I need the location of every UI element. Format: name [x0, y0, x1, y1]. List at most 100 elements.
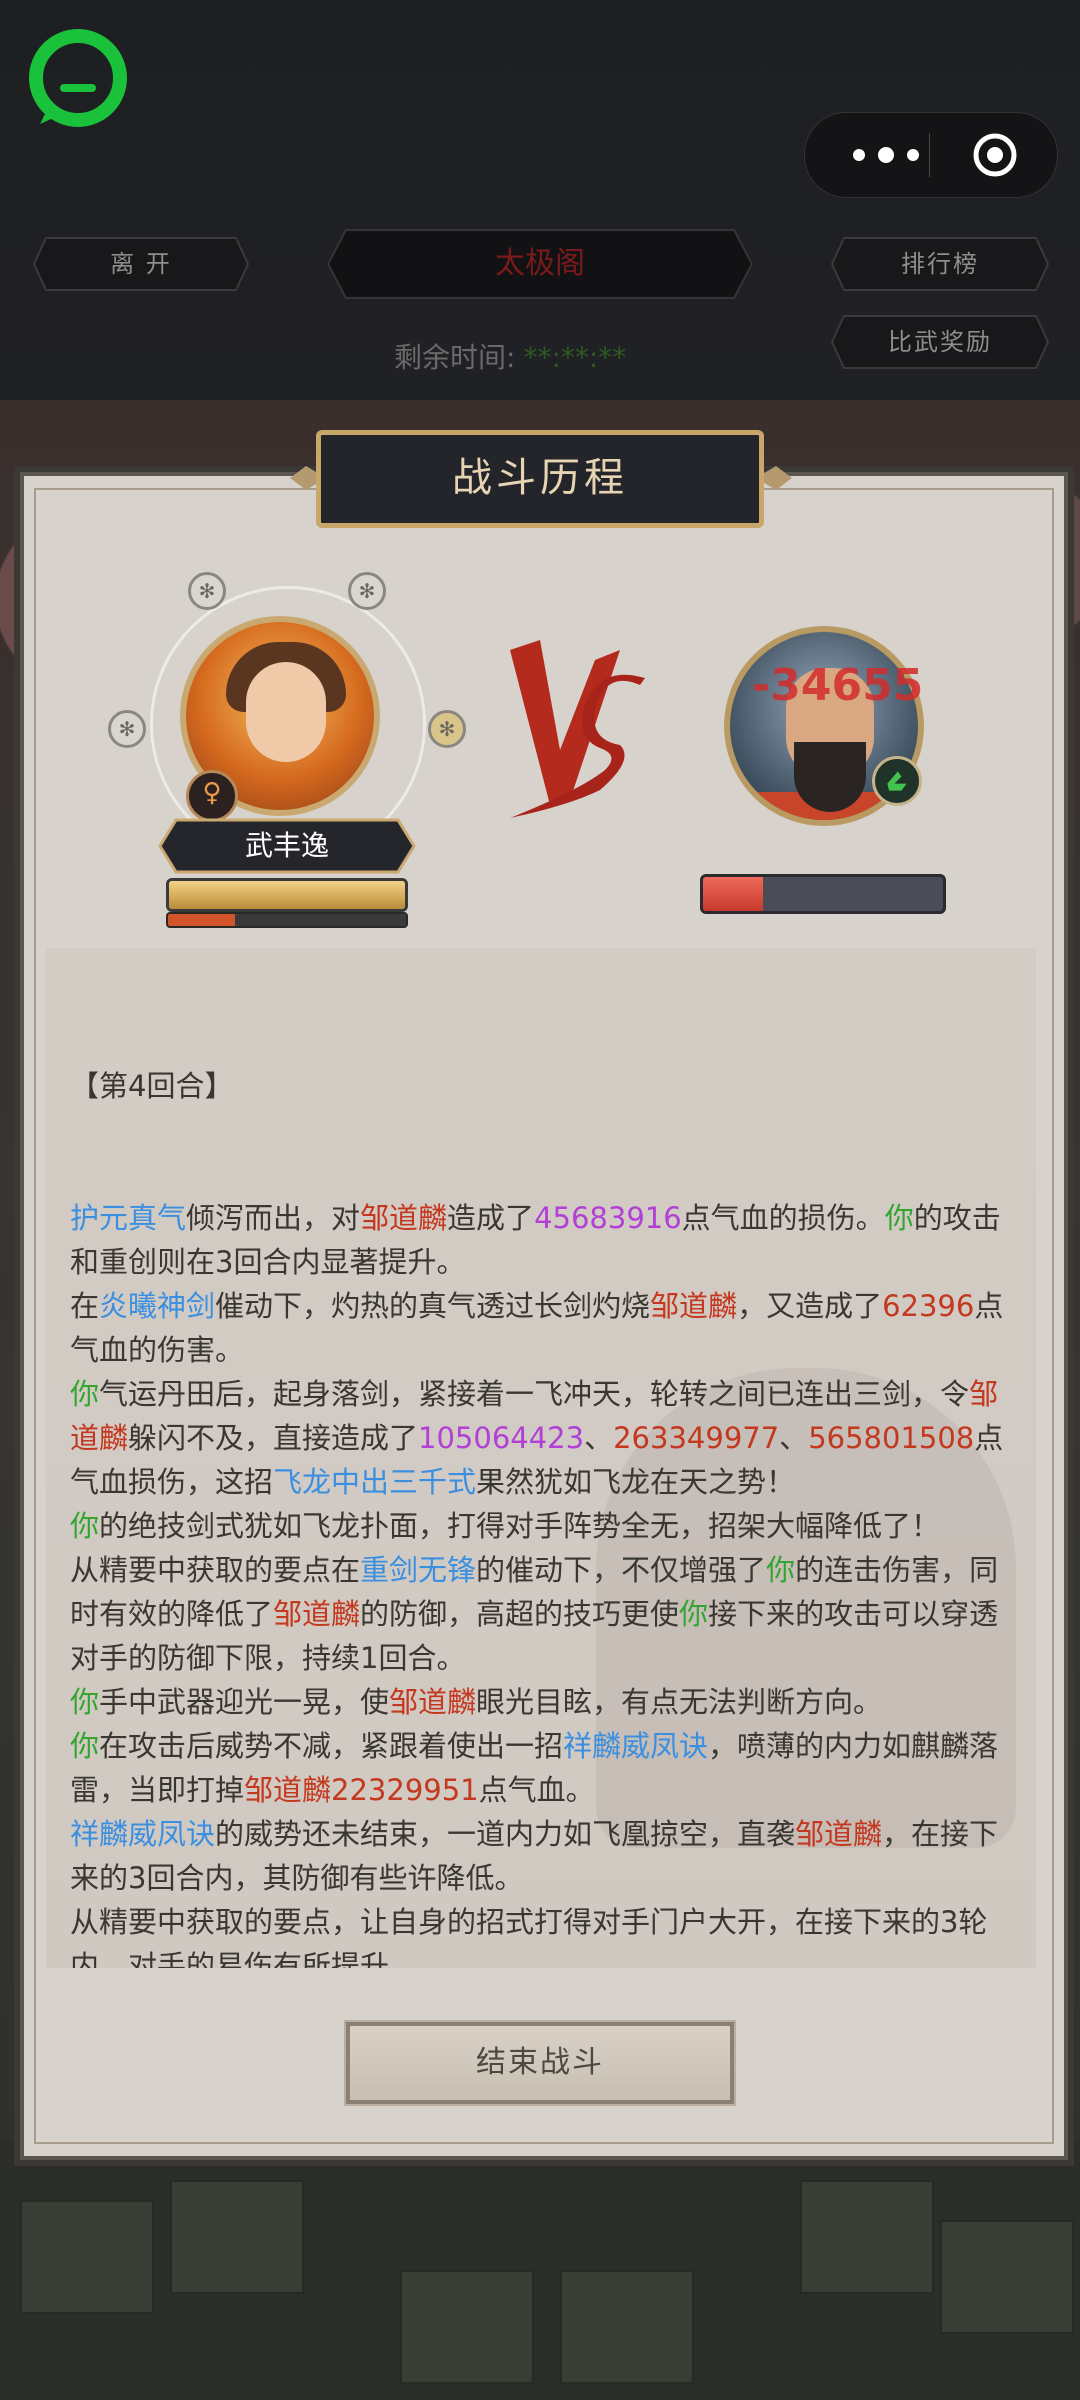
log-line: 你的绝技剑式犹如飞龙扑面，打得对手阵势全无，招架大幅降低了！: [70, 1504, 1020, 1548]
log-segment: 祥麟威凤诀: [70, 1817, 216, 1851]
chat-logo-icon[interactable]: [26, 26, 130, 130]
log-line: 从精要中获取的要点在重剑无锋的催动下，不仅增强了你的连击伤害，同时有效的降低了邹…: [70, 1548, 1020, 1680]
floor-tile: [20, 2200, 154, 2314]
log-segment: 、: [584, 1421, 614, 1455]
log-segment: 邹道麟: [273, 1597, 361, 1631]
player-energy-bar: [166, 912, 408, 928]
log-segment: 你: [679, 1597, 709, 1631]
arena-title-banner: 太极阁: [326, 228, 754, 300]
battle-log-text: 【第4回合】 护元真气倾泻而出，对邹道麟造成了45683916点气血的损伤。你的…: [70, 976, 1020, 1968]
gender-icon: ♀: [186, 770, 238, 822]
log-segment: 邹道麟22329951: [244, 1773, 479, 1807]
log-segment: 躲闪不及，直接造成了: [128, 1421, 419, 1455]
log-line: 你在攻击后威势不减，紧跟着使出一招祥麟威凤诀，喷薄的内力如麒麟落雷，当即打掉邹道…: [70, 1724, 1020, 1812]
log-segment: 邹道麟: [795, 1817, 883, 1851]
floor-tile: [400, 2270, 534, 2384]
skill-slot-icon: ✻: [428, 710, 466, 748]
log-segment: 祥麟威凤诀: [563, 1729, 709, 1763]
log-segment: 催动下，灼热的真气透过长剑灼烧: [215, 1289, 651, 1323]
player-hp-bar: [166, 878, 408, 912]
log-segment: 105064423: [418, 1421, 585, 1455]
log-segment: 从精要中获取的要点在: [70, 1553, 361, 1587]
timer-label: 剩余时间:: [394, 341, 516, 374]
player-name-bar: 武丰逸: [158, 818, 416, 874]
log-segment: 倾泻而出，对: [186, 1201, 361, 1235]
player-hp-fill: [169, 881, 405, 909]
log-line: 你气运丹田后，起身落剑，紧接着一飞冲天，轮转之间已连出三剑，令邹道麟躲闪不及，直…: [70, 1372, 1020, 1504]
class-emblem-icon: [872, 756, 922, 806]
reward-button[interactable]: 比武奖励: [830, 314, 1050, 370]
log-segment: 护元真气: [70, 1201, 187, 1235]
panel-title: 战斗历程: [316, 430, 764, 528]
log-segment: 重剑无锋: [360, 1553, 477, 1587]
capsule-divider: [929, 133, 930, 177]
log-segment: 从精要中获取的要点，让自身的招式打得对手门户大开，在接下来的3轮内，对手的易伤有…: [70, 1905, 988, 1968]
avatar-beard: [794, 742, 866, 812]
log-segment: 邹道麟: [650, 1289, 738, 1323]
floor-tile: [940, 2220, 1074, 2334]
log-segment: 的威势还未结束，一道内力如飞凰掠空，直袭: [215, 1817, 796, 1851]
log-segment: 在: [70, 1289, 100, 1323]
log-segment: 你: [70, 1729, 100, 1763]
mini-program-capsule: [804, 112, 1058, 198]
skill-slot-icon: ✻: [188, 572, 226, 610]
log-line: 你手中武器迎光一晃，使邹道麟眼光目眩，有点无法判断方向。: [70, 1680, 1020, 1724]
log-segment: 手中武器迎光一晃，使: [99, 1685, 390, 1719]
more-icon[interactable]: [841, 131, 931, 179]
enemy-hp-bar: [700, 874, 946, 914]
log-segment: 的防御，高超的技巧更使: [360, 1597, 680, 1631]
log-segment: 邹道麟: [389, 1685, 477, 1719]
log-segment: 你: [766, 1553, 796, 1587]
floor-tiles: [0, 2140, 1080, 2400]
log-segment: 在攻击后威势不减，紧跟着使出一招: [99, 1729, 564, 1763]
log-segment: 点气血。: [478, 1773, 595, 1807]
player-energy-fill: [168, 914, 235, 926]
log-line: 祥麟威凤诀的威势还未结束，一道内力如飞凰掠空，直袭邹道麟，在接下来的3回合内，其…: [70, 1812, 1020, 1900]
log-line: 护元真气倾泻而出，对邹道麟造成了45683916点气血的损伤。你的攻击和重创则在…: [70, 1196, 1020, 1284]
log-line: 从精要中获取的要点，让自身的招式打得对手门户大开，在接下来的3轮内，对手的易伤有…: [70, 1900, 1020, 1968]
arena-title: 太极阁: [495, 246, 585, 281]
log-segment: 、: [779, 1421, 809, 1455]
end-battle-button[interactable]: 结束战斗: [344, 2020, 736, 2106]
avatar-face: [246, 662, 326, 762]
log-segment: ，又造成了: [737, 1289, 883, 1323]
damage-popup: -34655: [752, 660, 924, 711]
log-segment: 飞龙中出三千式: [273, 1465, 477, 1499]
log-segment: 45683916: [534, 1201, 682, 1235]
close-target-icon[interactable]: [971, 131, 1019, 179]
ranking-label: 排行榜: [901, 250, 979, 278]
log-segment: 你: [70, 1377, 100, 1411]
log-segment: 的催动下，不仅增强了: [476, 1553, 767, 1587]
leave-label: 离 开: [110, 250, 172, 278]
log-segment: 眼光目眩，有点无法判断方向。: [476, 1685, 883, 1719]
skill-slot-icon: ✻: [348, 572, 386, 610]
floor-tile: [560, 2270, 694, 2384]
leave-button[interactable]: 离 开: [32, 236, 250, 292]
battle-log[interactable]: 【第4回合】 护元真气倾泻而出，对邹道麟造成了45683916点气血的损伤。你的…: [46, 948, 1036, 1968]
log-segment: 你: [70, 1509, 100, 1543]
log-segment: 你: [884, 1201, 914, 1235]
log-segment: 565801508: [808, 1421, 975, 1455]
log-line: 在炎曦神剑催动下，灼热的真气透过长剑灼烧邹道麟，又造成了62396点气血的伤害。: [70, 1284, 1020, 1372]
log-segment: 邹道麟: [360, 1201, 448, 1235]
log-segment: 263349977: [613, 1421, 780, 1455]
player-name: 武丰逸: [244, 829, 329, 862]
log-segment: 你: [70, 1685, 100, 1719]
enemy-hp-fill: [703, 877, 763, 911]
reward-label: 比武奖励: [888, 328, 992, 356]
floor-tile: [800, 2180, 934, 2294]
log-segment: 62396: [882, 1289, 975, 1323]
log-segment: 果然犹如飞龙在天之势！: [476, 1465, 796, 1499]
log-segment: 的绝技剑式犹如飞龙扑面，打得对手阵势全无，招架大幅降低了！: [99, 1509, 941, 1543]
log-segment: 点气血的损伤。: [681, 1201, 885, 1235]
remaining-time: 剩余时间: **:**:**: [394, 336, 626, 376]
round-header: 【第4回合】: [70, 1069, 234, 1103]
versus-icon: [510, 640, 645, 818]
log-segment: 炎曦神剑: [99, 1289, 216, 1323]
log-segment: 造成了: [447, 1201, 535, 1235]
ranking-button[interactable]: 排行榜: [830, 236, 1050, 292]
skill-slot-icon: ✻: [108, 710, 146, 748]
log-segment: 气运丹田后，起身落剑，紧接着一飞冲天，轮转之间已连出三剑，令: [99, 1377, 970, 1411]
floor-tile: [170, 2180, 304, 2294]
timer-value: **:**:**: [523, 341, 627, 374]
